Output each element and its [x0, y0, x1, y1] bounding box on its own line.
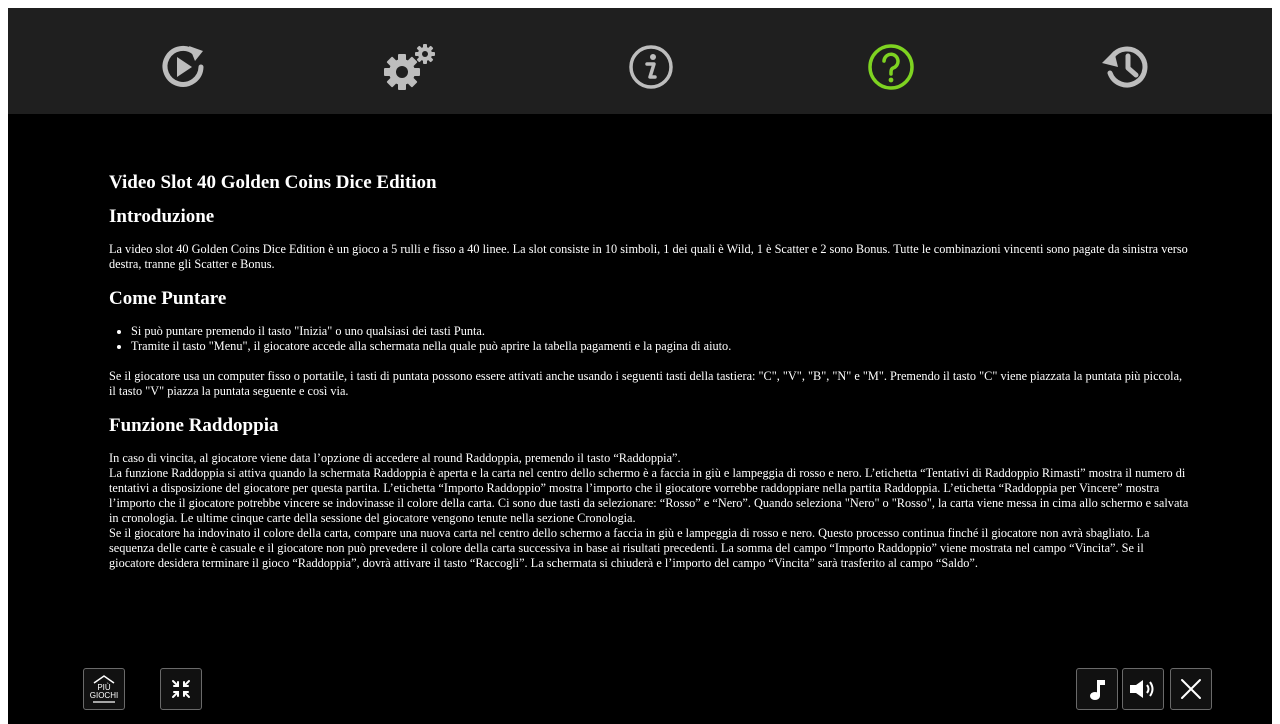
history-button[interactable]	[1091, 32, 1161, 102]
more-games-label-2: GIOCHI	[89, 691, 119, 700]
settings-button[interactable]	[375, 32, 445, 102]
fullscreen-toggle-button[interactable]	[160, 668, 202, 710]
help-screen: Video Slot 40 Golden Coins Dice Edition …	[8, 8, 1272, 724]
double-paragraph: Se il giocatore ha indovinato il colore …	[109, 526, 1150, 570]
music-note-icon	[1090, 680, 1105, 700]
double-paragraph: In caso di vincita, al giocatore viene d…	[109, 451, 681, 465]
help-title: Video Slot 40 Golden Coins Dice Edition	[109, 172, 437, 193]
history-clock-icon	[1102, 46, 1148, 88]
info-button[interactable]	[616, 32, 686, 102]
sound-toggle-button[interactable]	[1122, 668, 1164, 710]
more-games-button[interactable]: PIÙ GIOCHI	[83, 668, 125, 710]
gears-icon	[384, 44, 435, 90]
list-item: Tramite il tasto "Menu", il giocatore ac…	[131, 339, 1189, 354]
intro-text: La video slot 40 Golden Coins Dice Editi…	[109, 242, 1188, 271]
bet-heading: Come Puntare	[109, 288, 227, 309]
intro-heading: Introduzione	[109, 206, 215, 227]
music-toggle-button[interactable]	[1076, 668, 1118, 710]
double-heading: Funzione Raddoppia	[109, 415, 279, 436]
underline-decoration	[93, 701, 115, 703]
help-content[interactable]: Video Slot 40 Golden Coins Dice Edition …	[109, 158, 1189, 644]
speaker-icon	[1130, 680, 1154, 698]
double-paragraph: La funzione Raddoppia si attiva quando l…	[109, 466, 1189, 525]
bet-list: Si può puntare premendo il tasto "Inizia…	[109, 324, 1189, 354]
help-button[interactable]	[856, 32, 926, 102]
replay-play-icon	[162, 45, 204, 87]
autoplay-button[interactable]	[148, 32, 218, 102]
list-item: Si può puntare premendo il tasto "Inizia…	[131, 324, 1189, 339]
question-mark-icon	[868, 44, 914, 90]
bet-text: Se il giocatore usa un computer fisso o …	[109, 369, 1183, 398]
fullscreen-exit-icon	[172, 680, 190, 698]
info-icon	[629, 45, 673, 89]
close-button[interactable]	[1170, 668, 1212, 710]
top-nav-bar	[8, 8, 1272, 114]
close-icon	[1181, 679, 1201, 699]
